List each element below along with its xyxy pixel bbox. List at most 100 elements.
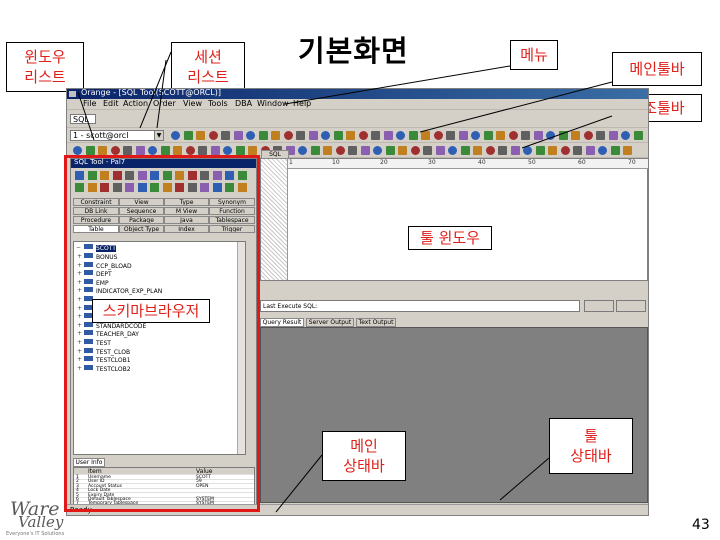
toolbar-button-icon[interactable] [248,146,257,155]
toolbar-button-icon[interactable] [221,131,230,140]
toolbar-button-icon[interactable] [233,131,243,140]
toolbar-button-icon[interactable] [308,131,318,140]
toolbar-button-icon[interactable] [610,146,620,155]
toolbar-button-icon[interactable] [621,131,630,140]
toolbar-button-icon[interactable] [210,146,220,155]
toolbar-button-icon[interactable] [398,146,407,155]
toolbar-button-icon[interactable] [633,131,643,140]
tab-server-output[interactable]: Server Output [306,318,354,327]
toolbar-button-icon[interactable] [235,146,245,155]
toolbar-button-icon[interactable] [298,146,307,155]
menu-dba[interactable]: DBA [235,99,252,108]
session-combo[interactable]: 1 - scott@orcl ▼ [70,130,164,141]
toolbar-button-icon[interactable] [371,131,380,140]
toolbar-button-icon[interactable] [358,131,368,140]
toolbar-button-icon[interactable] [85,146,95,155]
toolbar-button-icon[interactable] [135,146,145,155]
toolbar-button-icon[interactable] [583,131,593,140]
toolbar-button-icon[interactable] [335,146,345,155]
toolbar-button-icon[interactable] [623,146,632,155]
toolbar-button-icon[interactable] [596,131,605,140]
toolbar-button-icon[interactable] [471,131,480,140]
toolbar-button-icon[interactable] [385,146,395,155]
menu-file[interactable]: File [83,99,96,108]
last-execute-button[interactable] [584,300,614,312]
toolbar-button-icon[interactable] [496,131,505,140]
toolbar-button-icon[interactable] [223,146,232,155]
toolbar-button-icon[interactable] [296,131,305,140]
toolbar-button-icon[interactable] [258,131,268,140]
toolbar-button-icon[interactable] [73,146,82,155]
toolbar-button-icon[interactable] [160,146,170,155]
toolbar-button-icon[interactable] [573,146,582,155]
toolbar-button-icon[interactable] [533,131,543,140]
toolbar-button-icon[interactable] [521,131,530,140]
toolbar-button-icon[interactable] [246,131,255,140]
toolbar-button-icon[interactable] [508,131,518,140]
toolbar-button-icon[interactable] [148,146,157,155]
toolbar-button-icon[interactable] [421,131,430,140]
toolbar-button-icon[interactable] [271,131,280,140]
toolbar-button-icon[interactable] [435,146,445,155]
toolbar-button-icon[interactable] [446,131,455,140]
toolbar-button-icon[interactable] [323,146,332,155]
toolbar-button-icon[interactable] [110,146,120,155]
toolbar-button-icon[interactable] [483,131,493,140]
toolbar-button-icon[interactable] [433,131,443,140]
menu-view[interactable]: View [183,99,202,108]
toolbar-button-icon[interactable] [498,146,507,155]
toolbar-button-icon[interactable] [283,131,293,140]
toolbar-button-icon[interactable] [310,146,320,155]
toolbar-button-icon[interactable] [423,146,432,155]
toolbar-button-icon[interactable] [523,146,532,155]
toolbar-button-icon[interactable] [346,131,355,140]
toolbar-button-icon[interactable] [460,146,470,155]
last-execute-sql-field[interactable]: Last Execute SQL: [260,300,580,312]
toolbar-button-icon[interactable] [473,146,482,155]
toolbar-button-icon[interactable] [448,146,457,155]
toolbar-button-icon[interactable] [558,131,568,140]
toolbar-button-icon[interactable] [560,146,570,155]
toolbar-button-icon[interactable] [333,131,343,140]
window-list-tab[interactable]: SQL [70,114,96,124]
toolbar-button-icon[interactable] [196,131,205,140]
tab-query-result[interactable]: Query Result [260,318,304,327]
menu-window[interactable]: Window [257,99,289,108]
toolbar-button-icon[interactable] [360,146,370,155]
toolbar-button-icon[interactable] [208,131,218,140]
menu-order[interactable]: Order [153,99,176,108]
toolbar-button-icon[interactable] [373,146,382,155]
toolbar-button-icon[interactable] [198,146,207,155]
sql-editor[interactable]: SQL 1 10 20 30 40 50 60 70 [260,150,648,281]
toolbar-button-icon[interactable] [396,131,405,140]
toolbar-button-icon[interactable] [458,131,468,140]
toolbar-button-icon[interactable] [548,146,557,155]
toolbar-button-icon[interactable] [321,131,330,140]
tab-text-output[interactable]: Text Output [356,318,396,327]
toolbar-button-icon[interactable] [185,146,195,155]
toolbar-button-icon[interactable] [608,131,618,140]
toolbar-button-icon[interactable] [348,146,357,155]
chevron-down-icon[interactable]: ▼ [154,131,163,140]
toolbar-button-icon[interactable] [171,131,180,140]
toolbar-button-icon[interactable] [598,146,607,155]
toolbar-button-icon[interactable] [173,146,182,155]
toolbar-button-icon[interactable] [546,131,555,140]
toolbar-button-icon[interactable] [123,146,132,155]
toolbar-button-icon[interactable] [410,146,420,155]
toolbar-button-icon[interactable] [383,131,393,140]
menu-tools[interactable]: Tools [208,99,228,108]
toolbar-button-icon[interactable] [98,146,107,155]
toolbar-button-icon[interactable] [585,146,595,155]
toolbar-button-icon[interactable] [408,131,418,140]
toolbar-button-icon[interactable] [510,146,520,155]
last-execute-button-2[interactable] [616,300,646,312]
toolbar-button-icon[interactable] [485,146,495,155]
menu-help[interactable]: Help [293,99,311,108]
menu-action[interactable]: Action [123,99,148,108]
tab-sql[interactable]: SQL [261,150,289,159]
toolbar-button-icon[interactable] [535,146,545,155]
toolbar-button-icon[interactable] [183,131,193,140]
menu-edit[interactable]: Edit [103,99,119,108]
toolbar-button-icon[interactable] [571,131,580,140]
